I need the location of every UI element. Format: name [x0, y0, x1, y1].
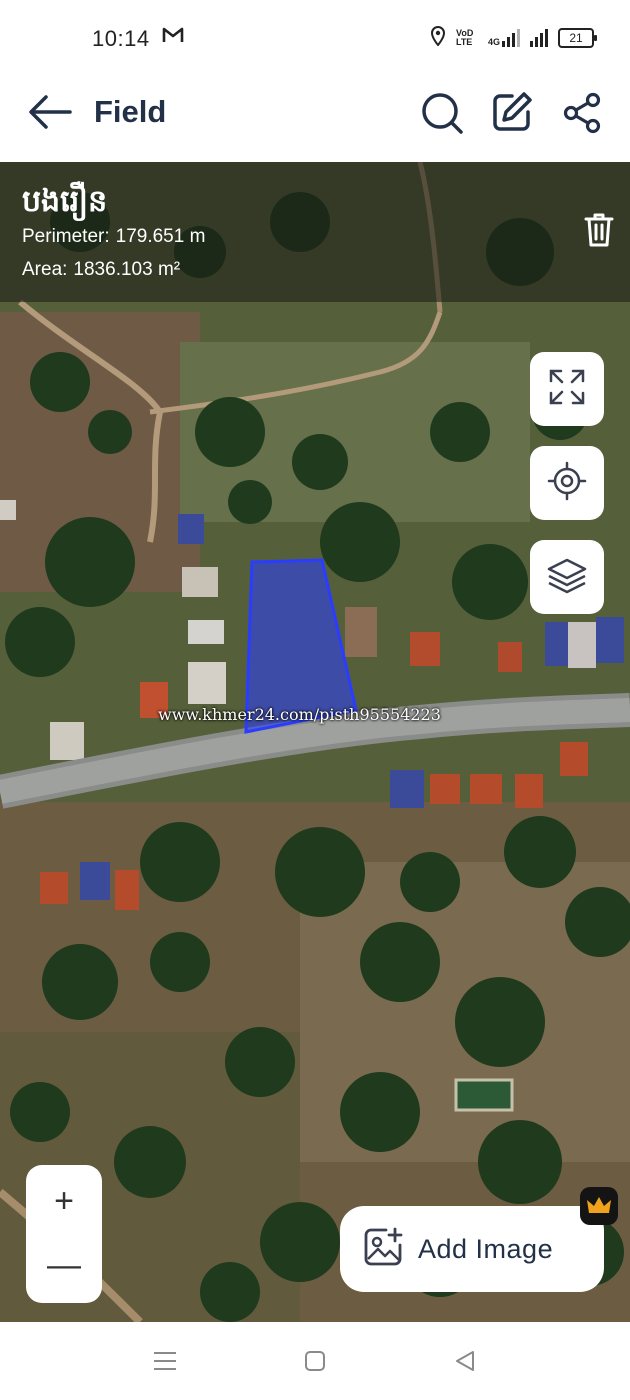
area-row: Area: 1836.103 m² — [22, 259, 180, 281]
back-icon[interactable] — [454, 1350, 476, 1377]
crown-icon — [580, 1187, 618, 1225]
satellite-map[interactable]: បងរឿន Perimeter: 179.651 m Area: 1836.103 … — [0, 162, 630, 1322]
battery-icon: 21 — [558, 27, 597, 48]
layers-icon — [546, 555, 588, 600]
zoom-out-button[interactable]: — — [26, 1233, 102, 1297]
location-icon — [430, 25, 446, 49]
watermark-text: www.khmer24.com/pisth95554223 — [158, 705, 441, 724]
zoom-control: + — — [26, 1165, 102, 1303]
satellite-imagery — [0, 162, 630, 1322]
gmail-icon — [162, 26, 184, 50]
zoom-in-button[interactable]: + — [26, 1169, 102, 1233]
page-title: Field — [94, 94, 167, 129]
back-arrow-icon[interactable] — [26, 92, 72, 137]
area-value: 1836.103 m² — [73, 259, 181, 280]
layers-button[interactable] — [530, 540, 604, 614]
locate-icon — [547, 461, 587, 506]
add-image-button[interactable]: Add Image — [340, 1206, 604, 1292]
home-icon[interactable] — [304, 1350, 326, 1377]
area-label: Area: — [22, 259, 68, 280]
app-bar: Field — [0, 80, 630, 162]
volte-icon: VoD LTE — [455, 27, 474, 47]
status-time: 10:14 — [92, 26, 150, 51]
locate-button[interactable] — [530, 446, 604, 520]
add-image-icon — [362, 1226, 404, 1273]
signal-icon-2 — [530, 28, 548, 47]
network-type-label: 4G — [487, 36, 500, 47]
recents-icon[interactable] — [153, 1350, 177, 1377]
search-icon[interactable] — [420, 91, 464, 140]
field-name: បងរឿន — [22, 185, 108, 218]
edit-icon[interactable] — [490, 90, 534, 139]
perimeter-row: Perimeter: 179.651 m — [22, 226, 205, 248]
signal-icon-1 — [502, 28, 520, 47]
status-bar: 10:14 VoD LTE 4G 21 — [0, 0, 630, 80]
field-info-panel: បងរឿន Perimeter: 179.651 m Area: 1836.103 … — [0, 162, 630, 302]
trash-icon[interactable] — [583, 212, 615, 253]
fullscreen-icon — [547, 367, 587, 412]
perimeter-value: 179.651 m — [115, 226, 206, 247]
share-icon[interactable] — [562, 92, 602, 139]
perimeter-label: Perimeter: — [22, 226, 110, 247]
fullscreen-button[interactable] — [530, 352, 604, 426]
system-nav-bar — [0, 1322, 630, 1400]
add-image-label: Add Image — [418, 1233, 554, 1264]
